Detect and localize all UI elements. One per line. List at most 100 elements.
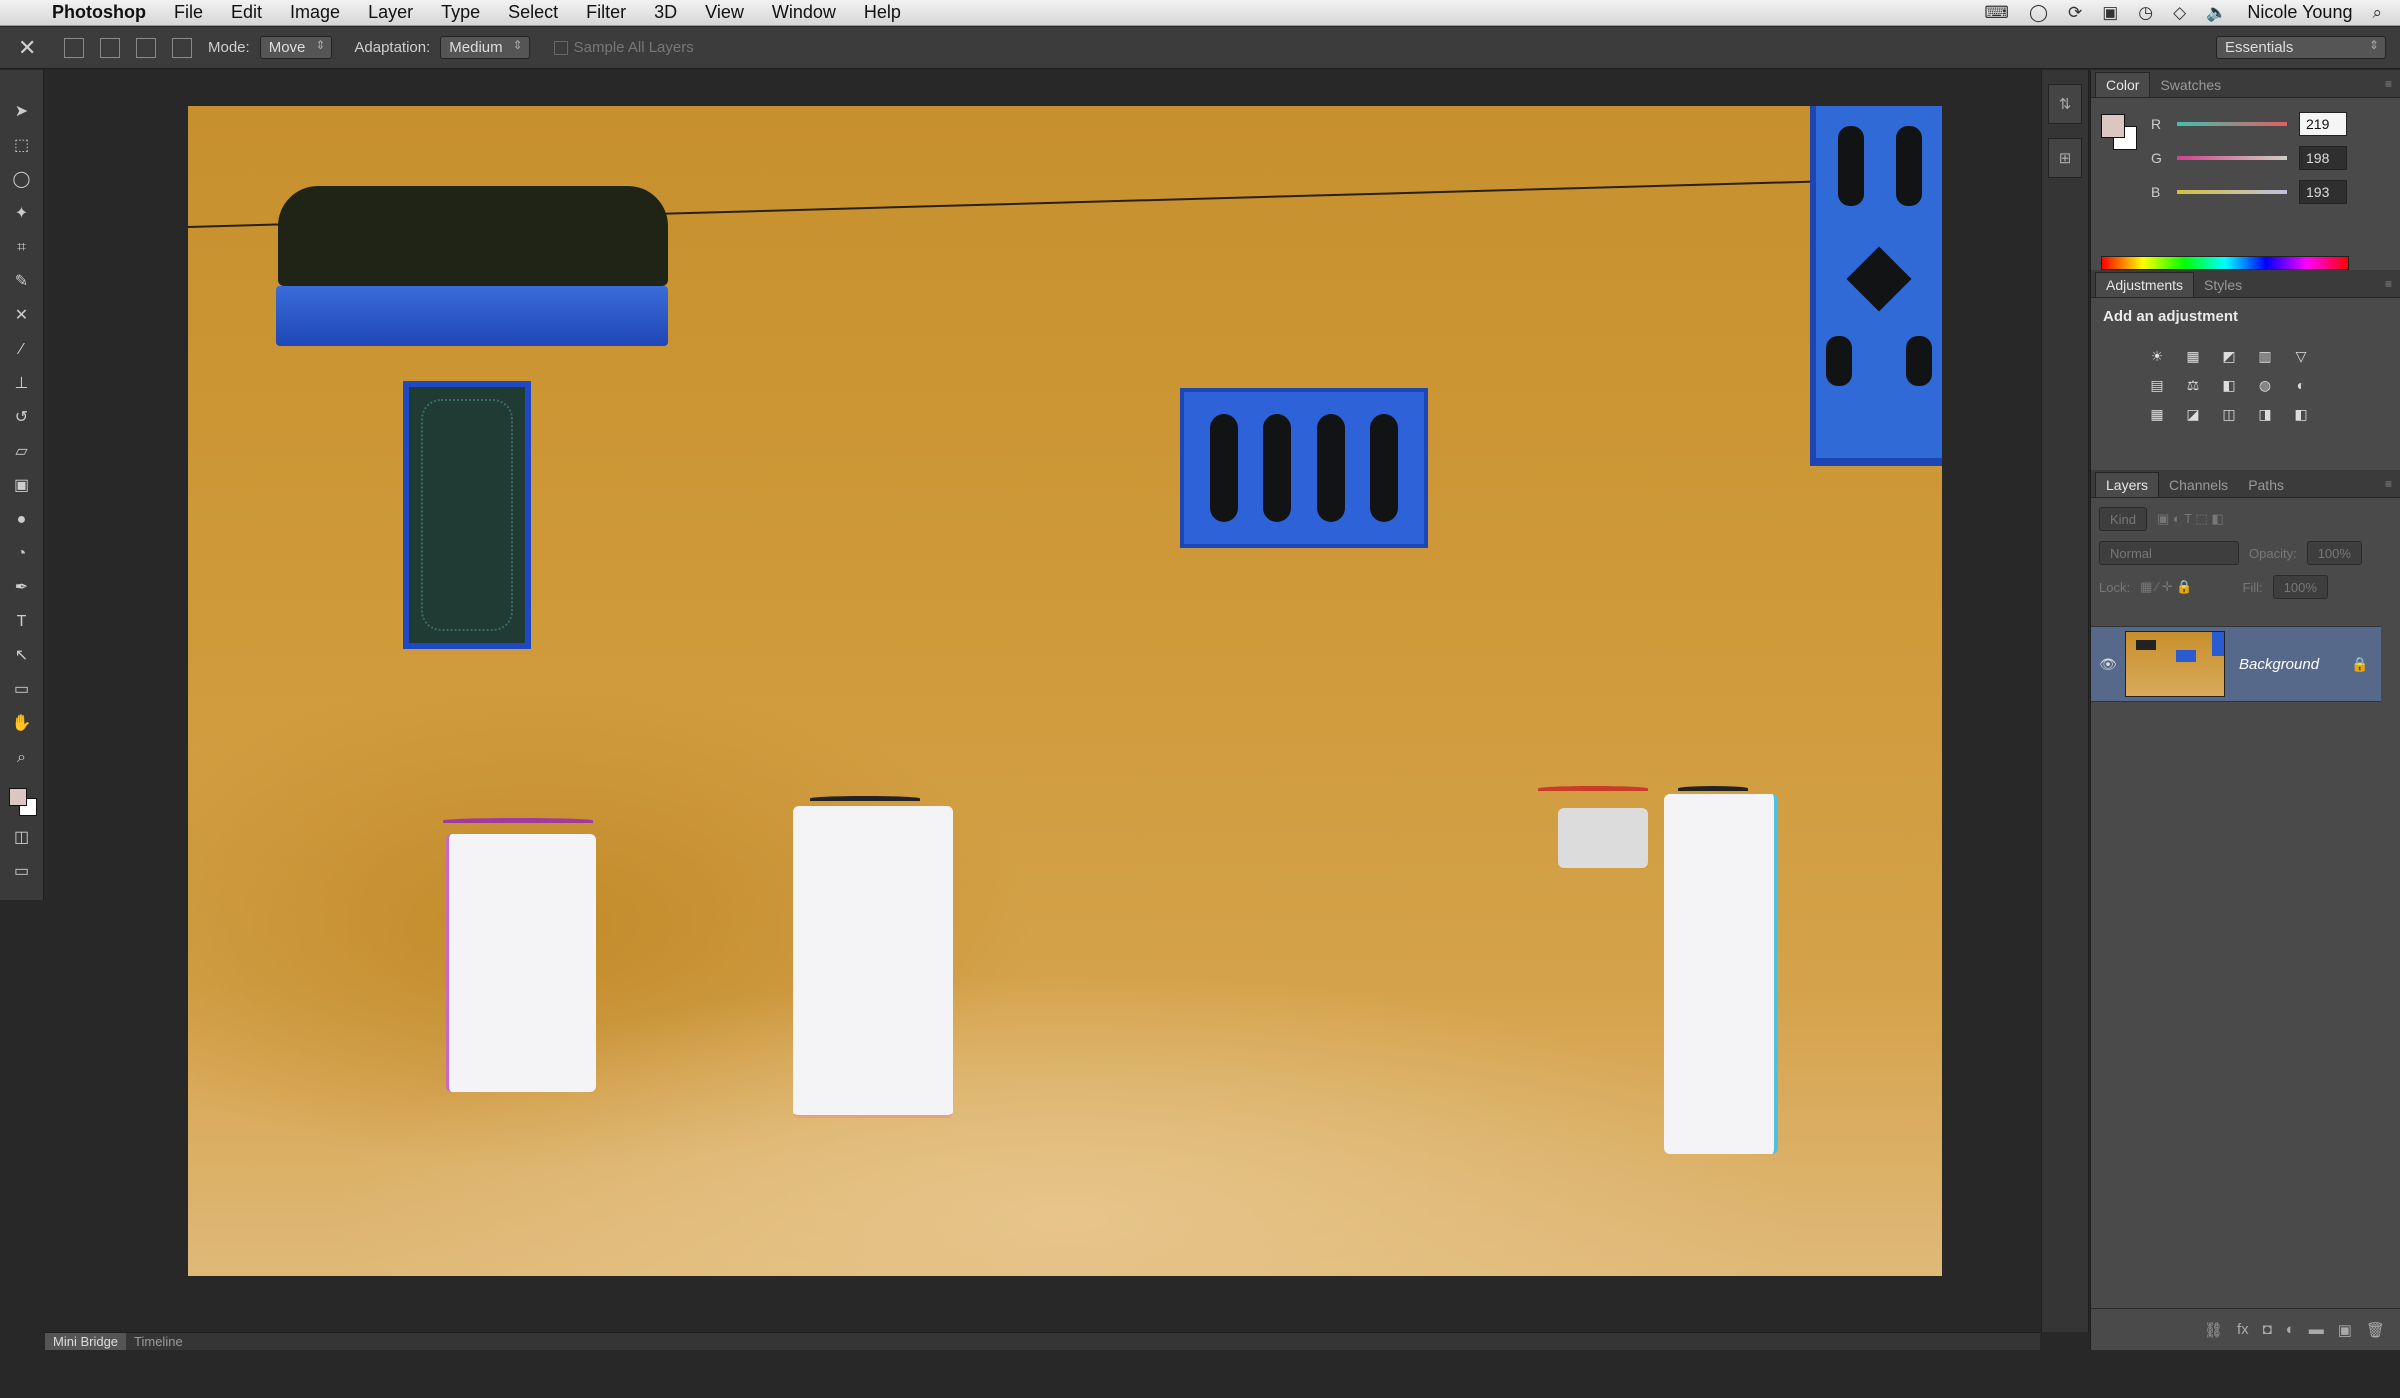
content-aware-move-icon[interactable]: ✕ [8,304,36,328]
mode-select[interactable]: Move [259,36,333,59]
foreground-color[interactable] [2101,114,2125,138]
threshold-icon[interactable]: ◨ [2247,406,2283,423]
kind-filter-select[interactable]: Kind [2099,507,2148,531]
blur-tool-icon[interactable]: ● [8,508,36,532]
path-selection-tool-icon[interactable]: ↖ [8,644,36,668]
panel-menu-icon[interactable]: ≡ [2377,477,2400,497]
blue-slider[interactable] [2177,190,2287,194]
content-aware-move-tool-icon[interactable]: ✕ [18,35,54,61]
red-value[interactable]: 219 [2299,112,2347,136]
color-swatches[interactable] [7,786,37,816]
intersect-selection-icon[interactable] [172,37,192,58]
filter-icons[interactable]: ▣ ◐ T ⬚ ◧ [2157,511,2224,527]
layer-thumbnail[interactable] [2125,631,2225,697]
green-value[interactable]: 198 [2299,146,2347,170]
tab-swatches[interactable]: Swatches [2150,73,2231,97]
opacity-input[interactable]: 100% [2306,541,2362,565]
new-selection-icon[interactable] [64,37,84,58]
menu-file[interactable]: File [160,2,217,23]
sync-icon[interactable]: ⟳ [2068,3,2082,23]
layer-row[interactable]: 👁 Background 🔒 [2091,626,2381,702]
menu-view[interactable]: View [691,2,758,23]
menu-filter[interactable]: Filter [572,2,640,23]
exposure-icon[interactable]: ▥ [2247,348,2283,365]
lock-icons[interactable]: ▦ ⁄ ✛ 🔒 [2140,579,2192,595]
color-balance-icon[interactable]: ⚖ [2175,377,2211,394]
new-adjustment-icon[interactable]: ◐ [2286,1321,2295,1338]
type-tool-icon[interactable]: T [8,610,36,634]
color-spectrum[interactable] [2101,256,2349,270]
tab-color[interactable]: Color [2095,72,2151,97]
history-brush-tool-icon[interactable]: ↺ [8,406,36,430]
quick-mask-icon[interactable]: ◫ [8,826,36,850]
brush-tool-icon[interactable]: ⁄ [8,338,36,362]
workspace-select[interactable]: Essentials [2216,36,2386,59]
tab-timeline[interactable]: Timeline [126,1333,191,1350]
canvas-area[interactable] [45,70,2040,1332]
move-tool-icon[interactable]: ➤ [8,100,36,124]
user-name[interactable]: Nicole Young [2247,2,2352,23]
blue-value[interactable]: 193 [2299,180,2347,204]
fill-input[interactable]: 100% [2272,575,2328,599]
invert-icon[interactable]: ◪ [2175,406,2211,423]
document-image[interactable] [188,106,1942,1276]
dodge-tool-icon[interactable]: ◔ [8,542,36,566]
pen-tool-icon[interactable]: ✒ [8,576,36,600]
levels-icon[interactable]: ▦ [2175,348,2211,365]
tab-channels[interactable]: Channels [2159,473,2238,497]
magic-wand-tool-icon[interactable]: ✦ [8,202,36,226]
rectangle-tool-icon[interactable]: ▭ [8,678,36,702]
color-panel-swatches[interactable] [2101,114,2137,150]
foreground-color[interactable] [8,788,27,806]
vibrance-icon[interactable]: ▽ [2283,348,2319,365]
menu-help[interactable]: Help [850,2,915,23]
menu-edit[interactable]: Edit [217,2,276,23]
green-slider[interactable] [2177,156,2287,160]
zoom-tool-icon[interactable]: ⌕ [8,746,36,770]
fx-icon[interactable]: fx [2237,1321,2249,1338]
menu-3d[interactable]: 3D [640,2,691,23]
marquee-tool-icon[interactable]: ⬚ [8,134,36,158]
photo-filter-icon[interactable]: ◍ [2247,377,2283,394]
keyboard-icon[interactable]: ⌨ [1984,3,2009,23]
crop-tool-icon[interactable]: ⌗ [8,236,36,260]
add-selection-icon[interactable] [100,37,120,58]
hue-saturation-icon[interactable]: ▤ [2139,377,2175,394]
new-layer-icon[interactable]: ▣ [2338,1321,2352,1339]
app-menu[interactable]: Photoshop [44,2,160,23]
tab-adjustments[interactable]: Adjustments [2095,272,2195,297]
clone-stamp-tool-icon[interactable]: ⊥ [8,372,36,396]
panel-menu-icon[interactable]: ≡ [2377,77,2400,97]
visibility-eye-icon[interactable]: 👁 [2091,656,2125,673]
blend-mode-select[interactable]: Normal [2099,541,2239,565]
history-panel-icon[interactable]: ⇅ [2048,84,2082,124]
menu-type[interactable]: Type [427,2,494,23]
eraser-tool-icon[interactable]: ▱ [8,440,36,464]
new-group-icon[interactable]: ▬ [2309,1321,2324,1338]
wifi-icon[interactable]: ◇ [2173,3,2186,23]
tab-layers[interactable]: Layers [2095,472,2160,497]
eyedropper-tool-icon[interactable]: ✎ [8,270,36,294]
menu-window[interactable]: Window [758,2,850,23]
add-mask-icon[interactable]: ◘ [2263,1321,2272,1338]
link-layers-icon[interactable]: ⛓ [2204,1321,2223,1339]
volume-icon[interactable]: 🔈 [2206,3,2227,23]
brightness-contrast-icon[interactable]: ☀ [2139,348,2175,365]
menu-image[interactable]: Image [276,2,354,23]
sample-all-layers-checkbox[interactable] [553,41,568,56]
circle-icon[interactable]: ◯ [2029,3,2048,23]
sample-all-layers-option[interactable]: Sample All Layers [553,39,694,56]
curves-icon[interactable]: ◩ [2211,348,2247,365]
clock-icon[interactable]: ◷ [2138,3,2153,23]
selective-color-icon[interactable]: ◧ [2283,406,2319,423]
delete-layer-icon[interactable]: 🗑 [2366,1321,2385,1339]
tab-styles[interactable]: Styles [2194,273,2252,297]
spotlight-search-icon[interactable]: ⌕ [2372,3,2382,23]
adaptation-select[interactable]: Medium [440,36,530,59]
lasso-tool-icon[interactable]: ◯ [8,168,36,192]
menu-layer[interactable]: Layer [354,2,427,23]
color-lookup-icon[interactable]: ▦ [2139,406,2175,423]
tab-paths[interactable]: Paths [2238,473,2294,497]
menu-select[interactable]: Select [494,2,572,23]
black-white-icon[interactable]: ◧ [2211,377,2247,394]
